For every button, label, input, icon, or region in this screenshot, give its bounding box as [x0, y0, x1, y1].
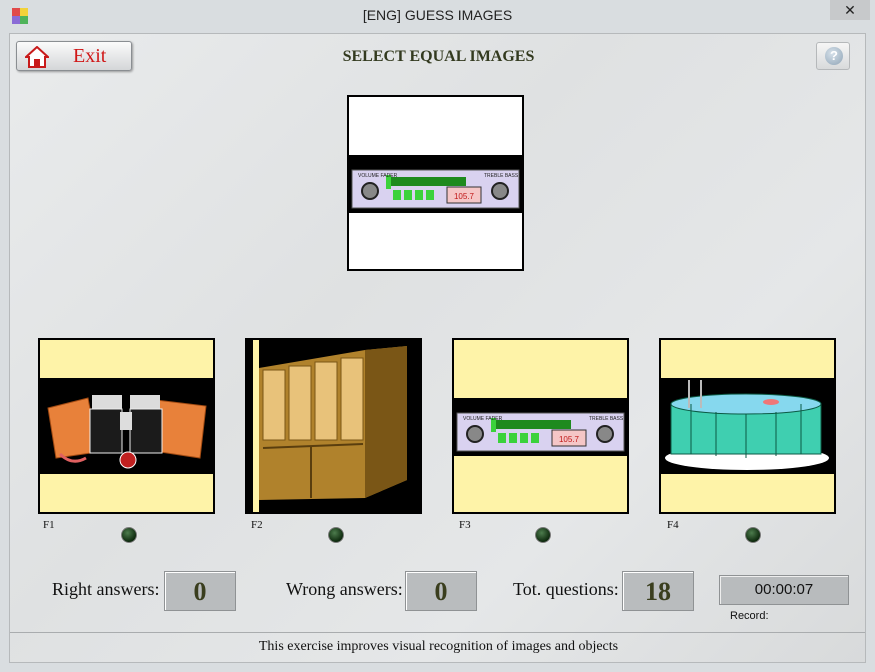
choice-key-f4: F4: [667, 519, 679, 531]
wrong-answers-value: 0: [405, 571, 477, 611]
status-lamp-f2: [328, 527, 344, 543]
status-lamp-f4: [745, 527, 761, 543]
total-questions-value: 18: [622, 571, 694, 611]
radio-frequency: 105.7: [454, 192, 475, 201]
total-questions-label: Tot. questions:: [513, 579, 619, 599]
main-panel: Exit SELECT EQUAL IMAGES ? VOLUME FADER …: [9, 33, 866, 663]
choice-key-f1: F1: [43, 519, 55, 531]
window-close-button[interactable]: ✕: [830, 0, 870, 20]
radio-right-knob-label: TREBLE BASS: [589, 416, 624, 422]
elapsed-timer: 00:00:07: [719, 575, 849, 605]
choice-card-f2[interactable]: [245, 338, 422, 514]
right-answers-label: Right answers:: [52, 579, 160, 599]
target-car-radio-image: VOLUME FADER TREBLE BASS 105.7: [349, 155, 522, 213]
swimming-pool-image: [661, 378, 834, 474]
radio-right-knob-label: TREBLE BASS: [484, 173, 519, 179]
record-label: Record:: [730, 610, 769, 622]
footer-description: This exercise improves visual recognitio…: [258, 639, 619, 654]
radio-frequency: 105.7: [559, 435, 580, 444]
status-lamp-f3: [535, 527, 551, 543]
choice-key-f2: F2: [251, 519, 263, 531]
binoculars-map-image: [40, 378, 213, 474]
choice-key-f3: F3: [459, 519, 471, 531]
title-bar: [ENG] GUESS IMAGES ✕: [0, 0, 875, 33]
instruction-heading: SELECT EQUAL IMAGES: [342, 48, 535, 65]
status-lamp-f1: [121, 527, 137, 543]
help-button[interactable]: ?: [816, 42, 850, 70]
window-title: [ENG] GUESS IMAGES: [362, 7, 513, 23]
footer-divider: [10, 632, 865, 633]
radio-left-knob-label: VOLUME FADER: [463, 416, 503, 422]
radio-left-knob-label: VOLUME FADER: [358, 173, 398, 179]
choice-card-f4[interactable]: [659, 338, 836, 514]
help-icon: ?: [825, 47, 843, 65]
choice-card-f1[interactable]: [38, 338, 215, 514]
target-image-card: VOLUME FADER TREBLE BASS 105.7: [347, 95, 524, 271]
choice-card-f3[interactable]: VOLUME FADER TREBLE BASS 105.7: [452, 338, 629, 514]
wrong-answers-label: Wrong answers:: [286, 579, 403, 599]
car-radio-image: VOLUME FADER TREBLE BASS 105.7: [454, 398, 627, 456]
glass-cabinet-image: [247, 340, 420, 512]
right-answers-value: 0: [164, 571, 236, 611]
